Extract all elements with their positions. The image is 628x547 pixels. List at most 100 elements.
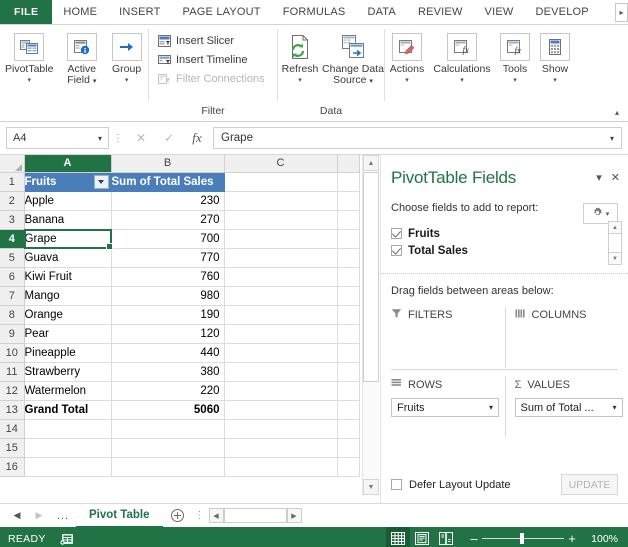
cell-d6[interactable] — [337, 267, 360, 287]
cell-a6[interactable]: Kiwi Fruit — [24, 267, 112, 287]
cell-a13-grand-total[interactable]: Grand Total — [24, 399, 112, 420]
cell-a8[interactable]: Orange — [24, 305, 112, 325]
cell-d12[interactable] — [337, 381, 360, 401]
zoom-slider-knob[interactable] — [520, 533, 524, 544]
cell-c4[interactable] — [224, 229, 338, 249]
row-header-14[interactable]: 14 — [0, 419, 25, 439]
rows-area[interactable]: ROWS Fruits ▾ — [391, 377, 505, 437]
scroll-up-triangle-up-icon[interactable]: ▲ — [363, 155, 379, 171]
cell-c6[interactable] — [224, 267, 338, 287]
cell-d8[interactable] — [337, 305, 360, 325]
row-header-7[interactable]: 7 — [0, 286, 25, 306]
cell-a15[interactable] — [24, 438, 112, 458]
check-icon[interactable]: ✓ — [155, 127, 183, 149]
tab-review[interactable]: REVIEW — [407, 0, 474, 24]
cell-a2[interactable]: Apple — [24, 191, 112, 211]
cell-c10[interactable] — [224, 343, 338, 363]
cell-a9[interactable]: Pear — [24, 324, 112, 344]
tab-data[interactable]: DATA — [356, 0, 407, 24]
row-header-5[interactable]: 5 — [0, 248, 25, 268]
row-header-15[interactable]: 15 — [0, 438, 25, 458]
select-all-corner[interactable] — [0, 155, 25, 173]
horizontal-scrollbar-track[interactable] — [223, 508, 287, 523]
cell-b10[interactable]: 440 — [111, 343, 225, 363]
refresh-dropdown-icon[interactable]: ▾ — [298, 76, 302, 85]
cell-c1[interactable] — [224, 172, 338, 192]
change-data-source-button[interactable]: Change Data Source ▾ — [322, 29, 384, 87]
calculations-button[interactable]: fx Calculations ▾ — [429, 29, 495, 85]
cell-b14[interactable] — [111, 419, 225, 439]
cell-c5[interactable] — [224, 248, 338, 268]
values-area[interactable]: Σ VALUES Sum of Total ... ▾ — [504, 377, 623, 437]
cell-d5[interactable] — [337, 248, 360, 268]
cell-d9[interactable] — [337, 324, 360, 344]
column-header-b[interactable]: B — [111, 155, 225, 173]
cell-c3[interactable] — [224, 210, 338, 230]
formula-bar-handle[interactable]: ⋮ — [109, 133, 127, 144]
cell-d4[interactable] — [337, 229, 360, 249]
defer-layout-update-row[interactable]: Defer Layout Update — [391, 479, 511, 491]
refresh-button[interactable]: Refresh ▾ — [278, 29, 322, 85]
cancel-icon[interactable]: ✕ — [127, 127, 155, 149]
cell-d1[interactable] — [337, 172, 360, 192]
pivottable-button[interactable]: PivotTable ▾ — [0, 29, 58, 85]
cell-b3[interactable]: 270 — [111, 210, 225, 230]
tab-developer[interactable]: DEVELOP — [524, 0, 599, 24]
sheet-tab-pivot-table[interactable]: Pivot Table — [76, 503, 163, 528]
cell-c9[interactable] — [224, 324, 338, 344]
values-field-pill-chevron-down-icon[interactable]: ▾ — [612, 403, 616, 412]
cell-a11[interactable]: Strawberry — [24, 362, 112, 382]
page-layout-view-icon[interactable] — [410, 527, 434, 547]
cell-b8[interactable]: 190 — [111, 305, 225, 325]
field-list-scrollbar-thumb[interactable] — [608, 234, 622, 252]
show-button[interactable]: Show ▾ — [535, 29, 575, 85]
active-field-button[interactable]: Active Field ▾ — [58, 29, 105, 87]
cell-a1[interactable]: Fruits — [24, 172, 112, 192]
row-header-12[interactable]: 12 — [0, 381, 25, 401]
cell-c2[interactable] — [224, 191, 338, 211]
tab-view[interactable]: VIEW — [474, 0, 525, 24]
filters-area[interactable]: FILTERS — [391, 307, 505, 367]
row-header-10[interactable]: 10 — [0, 343, 25, 363]
cell-c7[interactable] — [224, 286, 338, 306]
row-header-4[interactable]: 4 — [0, 229, 25, 249]
tab-file[interactable]: FILE — [0, 0, 53, 24]
insert-timeline-item[interactable]: Insert Timeline — [153, 50, 252, 69]
page-break-view-icon[interactable] — [434, 527, 458, 547]
name-box-chevron-down-icon[interactable]: ▾ — [98, 134, 102, 143]
group-dropdown-icon[interactable]: ▾ — [125, 76, 129, 85]
cell-d2[interactable] — [337, 191, 360, 211]
tools-button[interactable]: fx Tools ▾ — [495, 29, 535, 85]
vertical-scrollbar-thumb[interactable] — [363, 172, 379, 382]
field-list-options-chevron-down-icon[interactable]: ▾ — [606, 210, 610, 218]
scroll-down-triangle-down-icon[interactable]: ▼ — [363, 479, 379, 495]
cell-b7[interactable]: 980 — [111, 286, 225, 306]
field-list-scroll-down-triangle-down-icon[interactable]: ▼ — [608, 252, 622, 265]
cell-b5[interactable]: 770 — [111, 248, 225, 268]
defer-layout-update-checkbox[interactable] — [391, 479, 402, 490]
tools-dropdown-icon[interactable]: ▾ — [513, 76, 517, 85]
row-header-16[interactable]: 16 — [0, 457, 25, 477]
cell-a7[interactable]: Mango — [24, 286, 112, 306]
cell-c11[interactable] — [224, 362, 338, 382]
row-header-6[interactable]: 6 — [0, 267, 25, 287]
close-icon[interactable]: ✕ — [611, 171, 620, 184]
hscroll-right-triangle-right-icon[interactable]: ▶ — [286, 508, 302, 523]
tab-home[interactable]: HOME — [52, 0, 108, 24]
row-header-2[interactable]: 2 — [0, 191, 25, 211]
cell-a3[interactable]: Banana — [24, 210, 112, 230]
row-header-11[interactable]: 11 — [0, 362, 25, 382]
cell-c13[interactable] — [224, 400, 338, 420]
cell-a4-selected[interactable]: Grape — [24, 229, 112, 249]
cell-c12[interactable] — [224, 381, 338, 401]
field-item-total-sales[interactable]: Total Sales — [391, 242, 618, 259]
cell-d7[interactable] — [337, 286, 360, 306]
nav-prev-icon[interactable]: ▶ — [28, 505, 50, 527]
cell-d15[interactable] — [337, 438, 360, 458]
show-dropdown-icon[interactable]: ▾ — [553, 76, 557, 85]
pivottable-dropdown-icon[interactable]: ▾ — [27, 76, 31, 85]
cell-d10[interactable] — [337, 343, 360, 363]
ribbon-scroll-right-icon[interactable]: ▸ — [615, 3, 628, 22]
collapse-ribbon-icon[interactable]: ▴ — [610, 105, 624, 119]
name-box[interactable]: A4 ▾ — [6, 127, 109, 149]
